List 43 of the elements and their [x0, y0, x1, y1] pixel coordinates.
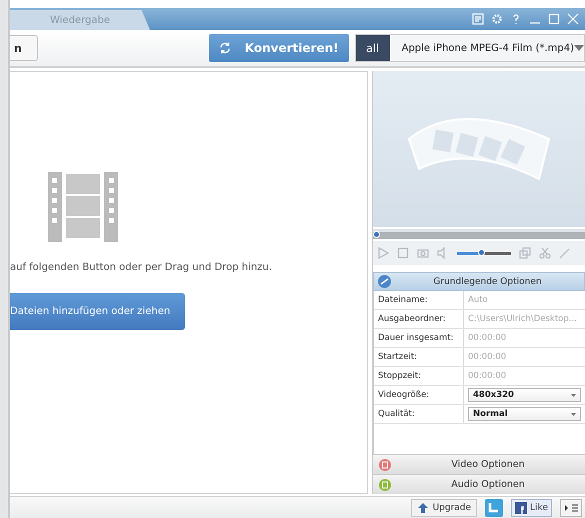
upgrade-button[interactable]: Upgrade	[410, 498, 478, 516]
up-arrow-icon	[416, 502, 429, 514]
option-label: Qualität:	[374, 405, 464, 423]
drop-hint: auf folgenden Button oder per Drag und Drop hinzu.	[10, 262, 273, 273]
section-header[interactable]: Video Optionen	[373, 454, 585, 474]
caret-icon	[571, 394, 576, 396]
option-dropdown[interactable]: Normal	[468, 407, 581, 421]
maximize-icon[interactable]	[548, 13, 560, 25]
play-icon[interactable]	[377, 247, 389, 259]
option-label: Dauer insgesamt:	[374, 329, 464, 347]
like-button[interactable]: Like	[511, 498, 552, 516]
settings-icon[interactable]	[491, 13, 503, 25]
view-toggle-button[interactable]	[560, 498, 582, 516]
option-label: Stoppzeit:	[374, 367, 464, 385]
camera-icon[interactable]	[417, 247, 429, 259]
list-icon[interactable]	[472, 13, 484, 25]
close-icon[interactable]	[567, 13, 579, 25]
caret-icon	[574, 45, 584, 51]
add-button[interactable]: n	[10, 35, 38, 61]
option-label: Dateiname:	[374, 291, 464, 309]
options-header: Grundlegende Optionen	[373, 272, 585, 291]
volume-handle[interactable]	[478, 248, 486, 256]
option-value: 00:00:00	[467, 370, 508, 383]
list-icon	[563, 502, 579, 512]
stop-icon[interactable]	[397, 247, 409, 259]
option-value: 00:00:00	[467, 351, 508, 364]
option-label: Startzeit:	[374, 348, 464, 366]
option-value: C:\Users\Ulrich\Desktop...	[467, 313, 578, 326]
film-strip-icon	[48, 172, 118, 242]
seek-handle[interactable]	[373, 231, 380, 238]
option-value: 00:00:00	[467, 332, 508, 345]
option-value: Auto	[467, 294, 489, 307]
option-label: Ausgabeordner:	[374, 310, 464, 328]
copy-icon[interactable]	[519, 247, 531, 259]
option-label: Videogröße:	[374, 386, 464, 404]
option-dropdown[interactable]: 480x320	[468, 388, 581, 402]
format-badge: all	[356, 35, 390, 61]
scissors-icon[interactable]	[539, 247, 551, 259]
format-dropdown[interactable]: all Apple iPhone MPEG-4 Film (*.mp4)	[354, 34, 585, 62]
section-header[interactable]: Audio Optionen	[373, 474, 585, 494]
volume-fill	[457, 252, 482, 254]
add-files-button[interactable]: Dateien hinzufügen oder ziehen	[10, 293, 185, 330]
caret-icon	[571, 412, 576, 416]
